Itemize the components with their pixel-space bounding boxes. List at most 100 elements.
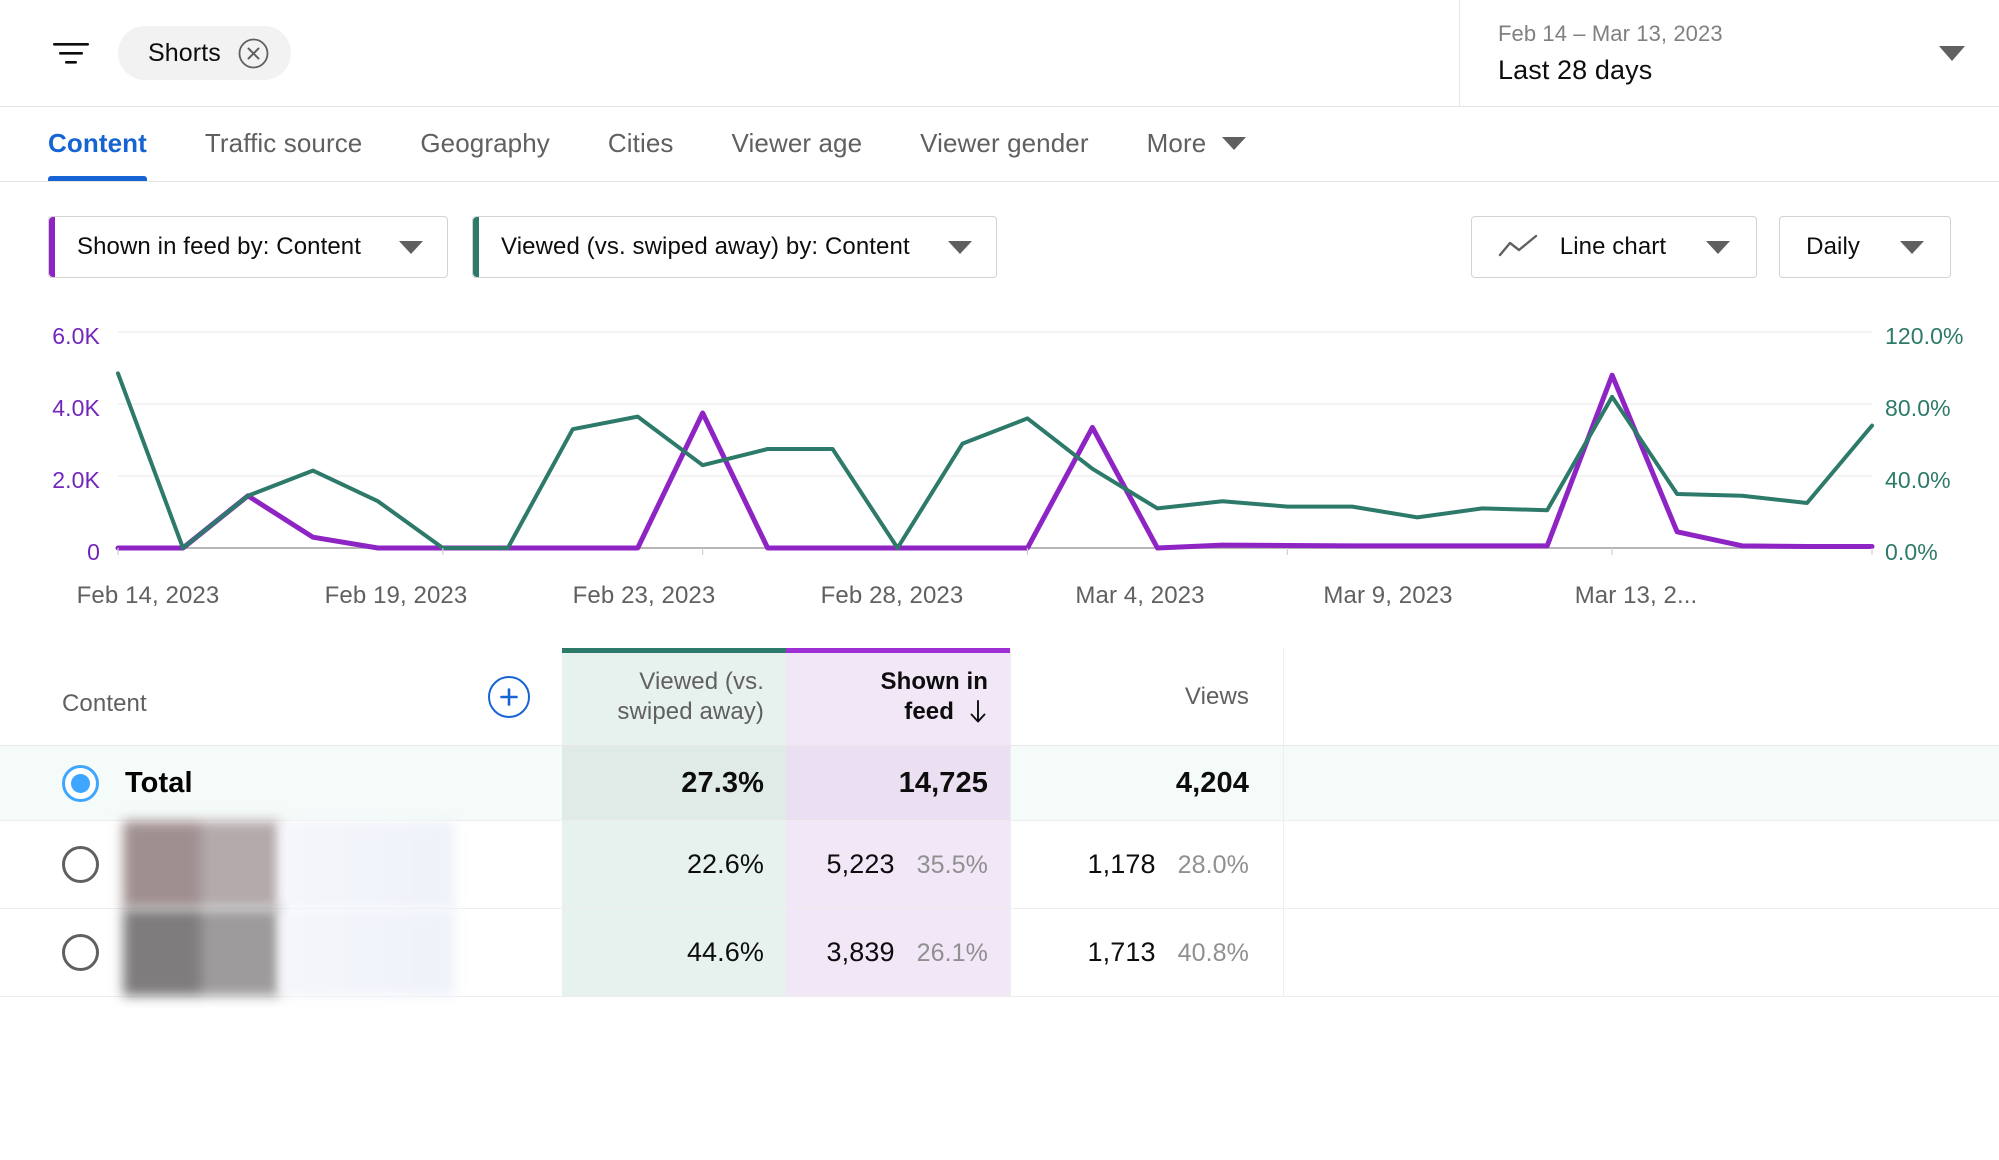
- total-shown-cell: 14,725: [786, 746, 1010, 820]
- total-label: Total: [125, 766, 193, 799]
- secondary-metric-select[interactable]: Viewed (vs. swiped away) by: Content: [472, 216, 997, 278]
- tab-traffic-source[interactable]: Traffic source: [205, 107, 362, 181]
- row-views-cell: 1,713 40.8%: [1010, 909, 1283, 996]
- row-spacer-tail: [1283, 909, 1999, 996]
- tab-content[interactable]: Content: [48, 107, 147, 181]
- tab-label: Cities: [607, 127, 674, 158]
- x-tick-5: Mar 9, 2023: [1323, 582, 1453, 609]
- header-viewed[interactable]: Viewed (vs. swiped away): [562, 648, 786, 745]
- tab-viewer-age[interactable]: Viewer age: [732, 107, 863, 181]
- tab-geography[interactable]: Geography: [420, 107, 550, 181]
- tab-more-label: More: [1146, 127, 1207, 158]
- arrow-down-icon[interactable]: [968, 699, 988, 725]
- header-shown-accent: [786, 648, 1010, 653]
- tab-more[interactable]: More: [1147, 107, 1247, 181]
- analytics-tabs: Content Traffic source Geography Cities …: [0, 107, 1999, 182]
- row-content-cell: [0, 909, 455, 996]
- chart-series-line: [116, 371, 1874, 550]
- chevron-down-icon[interactable]: [1939, 45, 1965, 61]
- header-content[interactable]: Content: [0, 648, 455, 745]
- header-shown-line1: Shown in: [880, 667, 988, 695]
- secondary-metric-accent: [473, 217, 480, 277]
- video-thumbnail[interactable]: [123, 909, 280, 996]
- tab-viewer-gender[interactable]: Viewer gender: [920, 107, 1089, 181]
- tab-label: Geography: [420, 127, 550, 158]
- row-shown-value: 3,839: [826, 937, 895, 967]
- x-tick-2: Feb 23, 2023: [572, 582, 716, 609]
- row-views-value: 1,713: [1087, 937, 1156, 967]
- total-views-value: 4,204: [1175, 766, 1249, 799]
- header-views[interactable]: Views: [1010, 648, 1283, 745]
- y-right-tick-3: 120.0%: [1885, 323, 1964, 349]
- date-range-selector[interactable]: Feb 14 – Mar 13, 2023 Last 28 days: [1459, 0, 1999, 106]
- filter-chip-label: Shorts: [148, 38, 221, 67]
- primary-metric-label: Shown in feed by: Content: [77, 233, 362, 260]
- top-bar: Shorts Feb 14 – Mar 13, 2023 Last 28 day…: [0, 0, 1999, 107]
- header-viewed-accent: [562, 648, 786, 653]
- close-circle-icon[interactable]: [238, 38, 269, 69]
- header-viewed-line1: Viewed (vs.: [639, 667, 764, 695]
- video-thumbnail[interactable]: [123, 821, 280, 908]
- granularity-select[interactable]: Daily: [1779, 216, 1951, 278]
- y-left-tick-3: 6.0K: [52, 323, 100, 349]
- table-row[interactable]: 22.6% 5,223 35.5% 1,178 28.0%: [0, 821, 1999, 909]
- row-spacer: [455, 821, 562, 908]
- chevron-down-icon: [1900, 240, 1924, 254]
- row-spacer-tail: [1283, 821, 1999, 908]
- secondary-metric-label: Viewed (vs. swiped away) by: Content: [501, 233, 910, 260]
- row-views-inner: 1,178 28.0%: [1088, 849, 1249, 880]
- row-content-cell: [0, 821, 455, 908]
- row-spacer: [455, 909, 562, 996]
- row-shown-cell: 3,839 26.1%: [786, 909, 1010, 996]
- y-left-tick-0: 0: [87, 539, 100, 565]
- filter-list-icon[interactable]: [48, 30, 94, 76]
- tab-cities[interactable]: Cities: [608, 107, 674, 181]
- row-viewed-cell: 22.6%: [562, 821, 786, 908]
- plus-circle-icon[interactable]: [487, 675, 530, 718]
- chart-canvas: [115, 331, 1875, 555]
- row-radio[interactable]: [62, 846, 99, 883]
- total-shown-value: 14,725: [898, 766, 988, 799]
- table-row[interactable]: 44.6% 3,839 26.1% 1,713 40.8%: [0, 909, 1999, 997]
- y-right-tick-2: 80.0%: [1885, 395, 1951, 421]
- analytics-table: Content Viewed (vs. swiped away) Shown i…: [0, 648, 1999, 997]
- row-shown-percent: 35.5%: [916, 851, 988, 879]
- y-left-tick-2: 4.0K: [52, 395, 100, 421]
- row-shown-percent: 26.1%: [916, 939, 988, 967]
- header-viewed-line2: swiped away): [617, 697, 764, 725]
- table-header-row: Content Viewed (vs. swiped away) Shown i…: [0, 648, 1999, 746]
- header-shown-in-feed[interactable]: Shown in feed: [786, 648, 1010, 745]
- total-views-cell: 4,204: [1010, 746, 1283, 820]
- header-views-label: Views: [1184, 682, 1249, 710]
- x-tick-3: Feb 28, 2023: [820, 582, 964, 609]
- row-shown-value: 5,223: [826, 849, 895, 879]
- chart-view-controls: Line chart Daily: [1449, 216, 1951, 278]
- row-radio-total[interactable]: [62, 764, 99, 802]
- table-row-total[interactable]: Total 27.3% 14,725 4,204: [0, 746, 1999, 821]
- chevron-down-icon: [947, 240, 972, 254]
- row-radio[interactable]: [62, 934, 99, 971]
- filter-chip-shorts[interactable]: Shorts: [118, 26, 291, 80]
- row-views-inner: 1,713 40.8%: [1088, 937, 1249, 968]
- row-views-percent: 40.8%: [1177, 939, 1249, 967]
- chevron-down-icon: [1706, 240, 1731, 254]
- total-spacer-tail: [1283, 746, 1999, 820]
- row-viewed-value: 44.6%: [686, 937, 764, 967]
- chart-controls: Shown in feed by: Content Viewed (vs. sw…: [0, 182, 1999, 312]
- header-spacer: [1283, 648, 1999, 745]
- primary-metric-select[interactable]: Shown in feed by: Content: [48, 216, 449, 278]
- y-right-tick-1: 40.0%: [1885, 467, 1951, 493]
- chart-type-select[interactable]: Line chart: [1470, 216, 1758, 278]
- video-title-placeholder: [279, 821, 455, 908]
- tab-label: Viewer age: [731, 127, 863, 158]
- chevron-down-icon: [1222, 136, 1247, 150]
- primary-metric-accent: [49, 217, 55, 277]
- y-left-tick-1: 2.0K: [52, 467, 100, 493]
- row-shown-cell: 5,223 35.5%: [786, 821, 1010, 908]
- header-shown-label: Shown in feed: [881, 667, 988, 727]
- date-range-preset: Last 28 days: [1498, 54, 1653, 85]
- row-shown-inner: 5,223 35.5%: [827, 849, 988, 880]
- tab-label: Content: [48, 127, 147, 158]
- header-viewed-label: Viewed (vs. swiped away): [617, 667, 764, 727]
- x-tick-1: Feb 19, 2023: [324, 582, 468, 609]
